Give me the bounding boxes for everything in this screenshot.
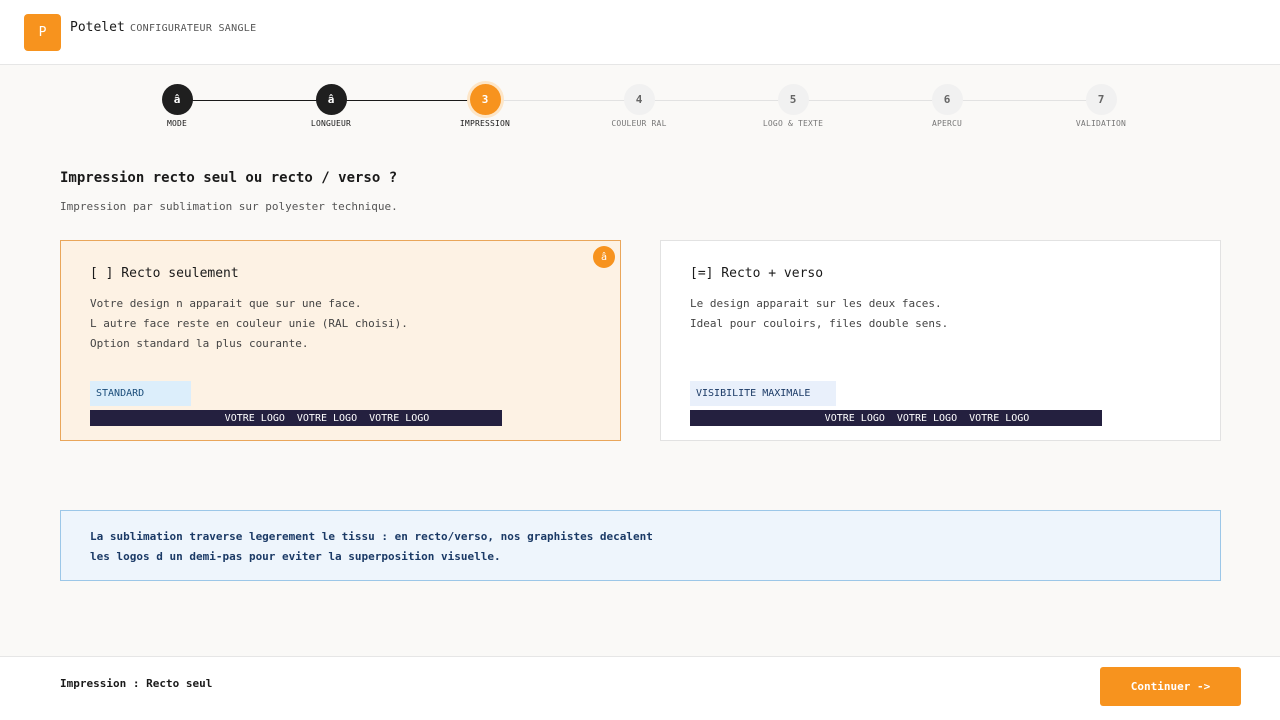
step-number: 7: [1085, 84, 1117, 115]
strap-preview: VOTRE LOGO VOTRE LOGO VOTRE LOGO: [690, 410, 1102, 426]
info-line: les logos d un demi-pas pour eviter la s…: [90, 550, 501, 563]
continue-button[interactable]: Continuer ->: [1100, 667, 1241, 706]
step-impression[interactable]: 3 IMPRESSION: [435, 84, 535, 128]
info-text: La sublimation traverse legerement le ti…: [90, 527, 653, 567]
step-number: 6: [931, 84, 963, 115]
selected-check-icon: â: [593, 246, 615, 268]
option-title: [=] Recto + verso: [690, 266, 824, 281]
step-check-icon: â: [161, 84, 193, 115]
option-description: Le design apparait sur les deux faces. I…: [690, 294, 948, 334]
brand-logo: P: [24, 14, 61, 51]
option-recto-verso[interactable]: [=] Recto + verso Le design apparait sur…: [660, 240, 1221, 441]
info-notice: La sublimation traverse legerement le ti…: [60, 510, 1221, 581]
step-label: COULEUR RAL: [611, 119, 667, 128]
option-description-line: Le design apparait sur les deux faces.: [690, 297, 942, 310]
step-check-icon: â: [315, 84, 347, 115]
selection-summary: Impression : Recto seul: [60, 677, 213, 690]
option-badge: STANDARD: [90, 381, 191, 406]
step-couleur-ral: 4 COULEUR RAL: [589, 84, 689, 128]
option-description-line: Ideal pour couloirs, files double sens.: [690, 317, 949, 330]
step-logo-texte: 5 LOGO & TEXTE: [743, 84, 843, 128]
step-mode[interactable]: â MODE: [127, 84, 227, 128]
option-description: Votre design n apparait que sur une face…: [90, 294, 408, 354]
step-label: MODE: [166, 119, 188, 128]
footer-bar: Impression : Recto seul Continuer ->: [0, 656, 1280, 720]
strip-logo-text: VOTRE LOGO: [369, 412, 430, 424]
brand-name: Potelet: [70, 20, 125, 35]
strap-preview: VOTRE LOGO VOTRE LOGO VOTRE LOGO: [90, 410, 502, 426]
app-header: P Potelet CONFIGURATEUR SANGLE: [0, 0, 1280, 65]
question-subtitle: Impression par sublimation sur polyester…: [60, 200, 398, 213]
step-label: APERCU: [931, 119, 963, 128]
strip-logo-text: VOTRE LOGO: [296, 412, 358, 424]
step-apercu: 6 APERCU: [897, 84, 997, 128]
brand-logo-letter: P: [38, 25, 47, 40]
step-longueur[interactable]: â LONGUEUR: [281, 84, 381, 128]
step-label: LOGO & TEXTE: [762, 119, 824, 128]
progress-stepper: â MODE â LONGUEUR 3 IMPRESSION 4 COULEUR…: [0, 84, 1280, 134]
option-recto-seul[interactable]: â [ ] Recto seulement Votre design n app…: [60, 240, 621, 441]
strip-logo-text: VOTRE LOGO: [969, 412, 1030, 424]
step-validation: 7 VALIDATION: [1051, 84, 1151, 128]
step-label: VALIDATION: [1075, 119, 1127, 128]
brand-subtitle: CONFIGURATEUR SANGLE: [130, 23, 257, 34]
strip-logo-text: VOTRE LOGO: [824, 412, 885, 424]
strip-logo-text: VOTRE LOGO: [224, 412, 285, 424]
step-number: 5: [777, 84, 809, 115]
option-description-line: Option standard la plus courante.: [90, 337, 309, 350]
step-number: 4: [623, 84, 655, 115]
option-description-line: Votre design n apparait que sur une face…: [90, 297, 362, 310]
option-badge: VISIBILITE MAXIMALE: [690, 381, 836, 406]
info-line: La sublimation traverse legerement le ti…: [90, 530, 653, 543]
step-label: LONGUEUR: [310, 119, 352, 128]
option-description-line: L autre face reste en couleur unie (RAL …: [90, 317, 408, 330]
step-label: IMPRESSION: [459, 119, 511, 128]
strip-logo-text: VOTRE LOGO: [896, 412, 958, 424]
question-title: Impression recto seul ou recto / verso ?: [60, 170, 398, 186]
step-number: 3: [469, 84, 501, 115]
option-title: [ ] Recto seulement: [90, 266, 239, 281]
